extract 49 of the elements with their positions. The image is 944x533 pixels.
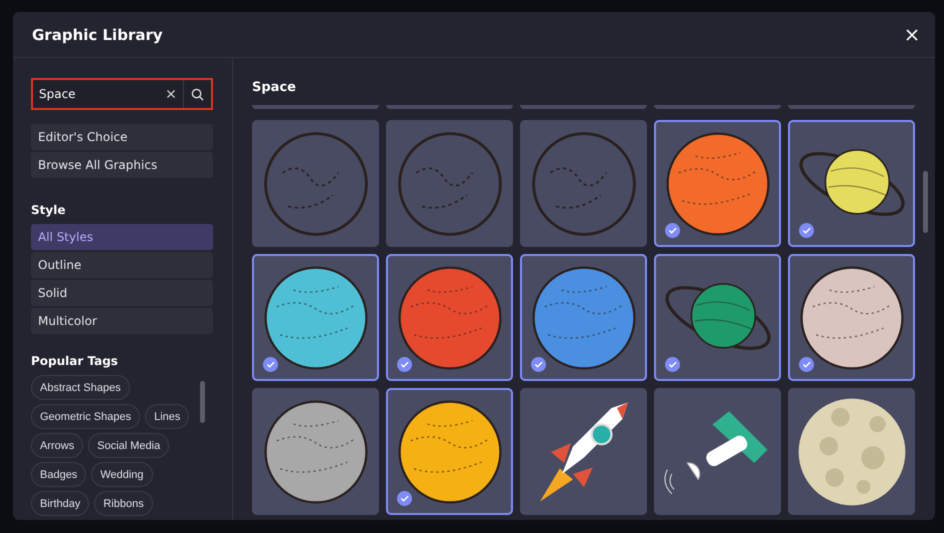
style-option[interactable]: All Styles — [31, 224, 213, 250]
graphic-tile[interactable] — [788, 120, 915, 247]
section-heading: Popular Tags — [31, 354, 119, 368]
check-icon — [397, 357, 412, 372]
graphic-tile[interactable] — [654, 120, 781, 247]
tag-chip[interactable]: Social Media — [88, 433, 170, 458]
check-icon — [799, 223, 814, 238]
search-bar[interactable]: Space — [31, 78, 213, 110]
search-icon — [191, 88, 204, 100]
check-icon — [665, 223, 680, 238]
tag-chip[interactable]: Lines — [145, 404, 190, 429]
tag-chip[interactable]: Arrows — [31, 433, 84, 458]
graphic-tile[interactable] — [654, 388, 781, 515]
tag-chip[interactable]: Abstract Shapes — [31, 375, 130, 400]
check-icon — [665, 357, 680, 372]
style-option[interactable]: Multicolor — [31, 308, 213, 334]
check-icon — [799, 357, 814, 372]
graphic-tile[interactable] — [654, 254, 781, 381]
graphic-tile[interactable] — [252, 388, 379, 515]
style-option[interactable]: Outline — [31, 252, 213, 278]
section-heading: Style — [31, 203, 66, 217]
check-icon — [531, 357, 546, 372]
tag-chip[interactable]: Badges — [31, 462, 86, 487]
search-input[interactable]: Space — [33, 87, 159, 101]
graphic-tile[interactable] — [386, 254, 513, 381]
style-option[interactable]: Solid — [31, 280, 213, 306]
library-link[interactable]: Browse All Graphics — [31, 152, 213, 178]
graphic-tile[interactable] — [252, 254, 379, 381]
scrollbar-thumb[interactable] — [923, 171, 928, 233]
scrollbar-thumb[interactable] — [200, 381, 205, 423]
tag-chip[interactable]: Birthday — [31, 491, 90, 516]
results-heading: Space — [252, 80, 297, 95]
tag-chip[interactable]: Geometric Shapes — [31, 404, 140, 429]
library-link[interactable]: Editor's Choice — [31, 124, 213, 150]
graphic-tile[interactable] — [788, 254, 915, 381]
graphic-tile[interactable] — [520, 254, 647, 381]
close-icon — [905, 28, 919, 42]
graphic-tile[interactable] — [520, 388, 647, 515]
dialog-title: Graphic Library — [32, 26, 163, 44]
check-icon — [397, 491, 412, 506]
graphic-tile[interactable] — [252, 120, 379, 247]
check-icon — [263, 357, 278, 372]
tag-chip[interactable]: Wedding — [91, 462, 153, 487]
graphic-tile[interactable] — [788, 388, 915, 515]
tag-chip[interactable]: Ribbons — [94, 491, 153, 516]
graphic-tile[interactable] — [520, 120, 647, 247]
close-icon — [166, 89, 176, 99]
graphic-tile[interactable] — [386, 388, 513, 515]
graphic-tile[interactable] — [386, 120, 513, 247]
